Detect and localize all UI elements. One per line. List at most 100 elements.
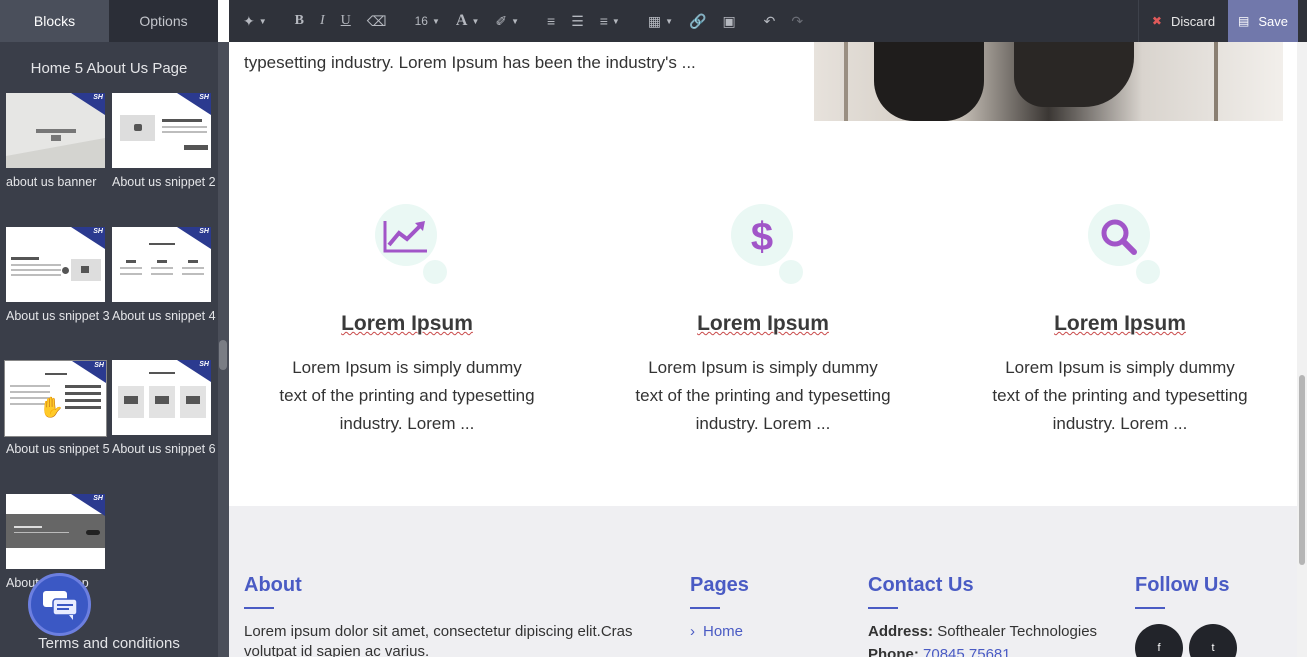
- snippet-thumbnail-about-us-2[interactable]: SH: [112, 93, 211, 168]
- image-icon[interactable]: ▣: [714, 0, 743, 42]
- snippet-thumbnail-about-us-7[interactable]: SH: [6, 494, 105, 569]
- snippet-label: About us snippet 3: [6, 309, 110, 323]
- magic-wand-icon[interactable]: ✦ ▼: [235, 0, 275, 42]
- snippet-label: About us snippet 2: [112, 175, 216, 189]
- snippet-thumbnail-about-us-5[interactable]: ✋ SH: [4, 360, 107, 437]
- snippet-thumbnail-about-us-4[interactable]: SH: [112, 227, 211, 302]
- feature-title: Lorem Ipsum: [1054, 312, 1186, 335]
- feature-icon-wrap: [1080, 204, 1160, 284]
- feature-card: Lorem Ipsum Lorem Ipsum is simply dummy …: [257, 204, 557, 438]
- discard-label: Discard: [1170, 13, 1216, 29]
- feature-title: Lorem Ipsum: [697, 312, 829, 335]
- hand-cursor-icon: ✋: [39, 397, 64, 419]
- phone-link[interactable]: 70845 75681: [923, 646, 1011, 657]
- toolbar-paragraph-group: ≡ ☰ ≡ ▼: [533, 0, 634, 42]
- intro-paragraph[interactable]: typesetting industry. Lorem Ipsum has be…: [244, 52, 764, 74]
- footer-divider: [690, 607, 720, 609]
- snippet-label: About us snippet 6: [112, 442, 216, 456]
- facebook-icon[interactable]: f: [1135, 624, 1183, 657]
- feature-icon-wrap: [367, 204, 447, 284]
- tab-options[interactable]: Options: [109, 0, 218, 42]
- toolbar-font-group: 16 ▼ A ▼ ✐ ▼: [401, 0, 533, 42]
- underline-icon[interactable]: U: [333, 0, 359, 42]
- footer-link-home-label[interactable]: Home: [703, 623, 743, 640]
- canvas-scrollbar[interactable]: [1297, 42, 1307, 657]
- feature-card: Lorem Ipsum Lorem Ipsum is simply dummy …: [970, 204, 1270, 438]
- site-footer: About Lorem ipsum dolor sit amet, consec…: [229, 506, 1297, 657]
- align-icon[interactable]: ≡ ▼: [592, 0, 628, 42]
- badge-text: SH: [199, 228, 209, 235]
- address-value: Softhealer Technologies: [937, 623, 1098, 640]
- feature-text: Lorem Ipsum is simply dummy text of the …: [992, 358, 1248, 433]
- sidebar-tabs: Blocks Options: [0, 0, 218, 42]
- font-color-icon[interactable]: A ▼: [448, 0, 487, 42]
- undo-icon[interactable]: ↶: [756, 0, 784, 42]
- footer-phone: Phone: 70845 75681: [868, 645, 1011, 657]
- footer-divider: [868, 607, 898, 609]
- close-icon: ✖: [1151, 14, 1162, 28]
- redo-icon[interactable]: ↷: [783, 0, 811, 42]
- address-label: Address:: [868, 623, 934, 640]
- team-meeting-image[interactable]: [814, 42, 1283, 121]
- snippet-label: About us snippet 5: [6, 442, 110, 456]
- feature-icon-wrap: $: [723, 204, 803, 284]
- footer-link-home[interactable]: › Home: [690, 622, 743, 642]
- paint-brush-icon[interactable]: ✐ ▼: [487, 0, 527, 42]
- sidebar-scrollbar-thumb[interactable]: [219, 340, 227, 370]
- floppy-icon: ▤: [1238, 14, 1250, 28]
- italic-icon[interactable]: I: [312, 0, 333, 42]
- eraser-icon[interactable]: ⌫: [359, 0, 395, 42]
- bullet-list-icon[interactable]: ≡: [539, 0, 563, 42]
- badge-text: SH: [93, 94, 103, 101]
- footer-address: Address: Softhealer Technologies: [868, 622, 1097, 642]
- snippet-thumbnail-about-us-3[interactable]: SH: [6, 227, 105, 302]
- snippet-label: About us snippet 4: [112, 309, 216, 323]
- badge-text: SH: [199, 94, 209, 101]
- footer-follow-heading: Follow Us: [1135, 574, 1230, 596]
- page-canvas: typesetting industry. Lorem Ipsum has be…: [229, 42, 1297, 657]
- snippet-label: about us banner: [6, 175, 97, 189]
- twitter-icon[interactable]: t: [1189, 624, 1237, 657]
- live-chat-button[interactable]: [28, 573, 91, 636]
- discard-button[interactable]: ✖ Discard: [1138, 0, 1228, 42]
- link-icon[interactable]: 🔗: [681, 0, 714, 42]
- font-size-value: 16: [414, 14, 428, 28]
- badge-text: SH: [93, 228, 103, 235]
- snippet-thumbnail-about-us-banner[interactable]: SH: [6, 93, 105, 168]
- feature-card: $ Lorem Ipsum Lorem Ipsum is simply dumm…: [613, 204, 913, 438]
- toolbar-format-group: B I U ⌫: [281, 0, 401, 42]
- footer-divider: [1135, 607, 1165, 609]
- footer-about-heading: About: [244, 574, 302, 596]
- category-title: Home 5 About Us Page: [30, 60, 188, 77]
- category-title-terms: Terms and conditions: [38, 635, 180, 652]
- table-icon[interactable]: ▦ ▼: [640, 0, 681, 42]
- font-size-dropdown[interactable]: 16 ▼: [407, 0, 448, 42]
- feature-text: Lorem Ipsum is simply dummy text of the …: [279, 358, 535, 433]
- feature-title: Lorem Ipsum: [341, 312, 473, 335]
- badge-text: SH: [93, 495, 103, 502]
- footer-divider: [244, 607, 274, 609]
- toolbar-insert-group: ▦ ▼ 🔗 ▣: [634, 0, 750, 42]
- bold-icon[interactable]: B: [287, 0, 312, 42]
- toolbar-history-group: ↶ ↷: [750, 0, 817, 42]
- canvas-scrollbar-thumb[interactable]: [1299, 375, 1305, 565]
- footer-contact-heading: Contact Us: [868, 574, 974, 596]
- feature-text: Lorem Ipsum is simply dummy text of the …: [635, 358, 891, 433]
- chevron-right-icon: ›: [690, 623, 695, 640]
- footer-pages-heading: Pages: [690, 574, 749, 596]
- save-button[interactable]: ▤ Save: [1228, 0, 1298, 42]
- dollar-icon: $: [750, 214, 774, 259]
- save-label: Save: [1258, 13, 1288, 29]
- badge-text: SH: [199, 361, 209, 368]
- numbered-list-icon[interactable]: ☰: [563, 0, 592, 42]
- badge-text: SH: [94, 362, 104, 369]
- tab-blocks[interactable]: Blocks: [0, 0, 109, 42]
- phone-label: Phone:: [868, 646, 919, 657]
- intro-text: typesetting industry. Lorem Ipsum has be…: [244, 53, 696, 72]
- snippet-thumbnail-about-us-6[interactable]: SH: [112, 360, 211, 435]
- chat-bubbles-icon: [42, 590, 78, 620]
- snippets-sidebar: Blocks Options Home 5 About Us Page SH a…: [0, 0, 218, 657]
- search-icon: [1088, 214, 1150, 260]
- toolbar-style-group: ✦ ▼: [229, 0, 281, 42]
- footer-about-text: Lorem ipsum dolor sit amet, consectetur …: [244, 623, 633, 657]
